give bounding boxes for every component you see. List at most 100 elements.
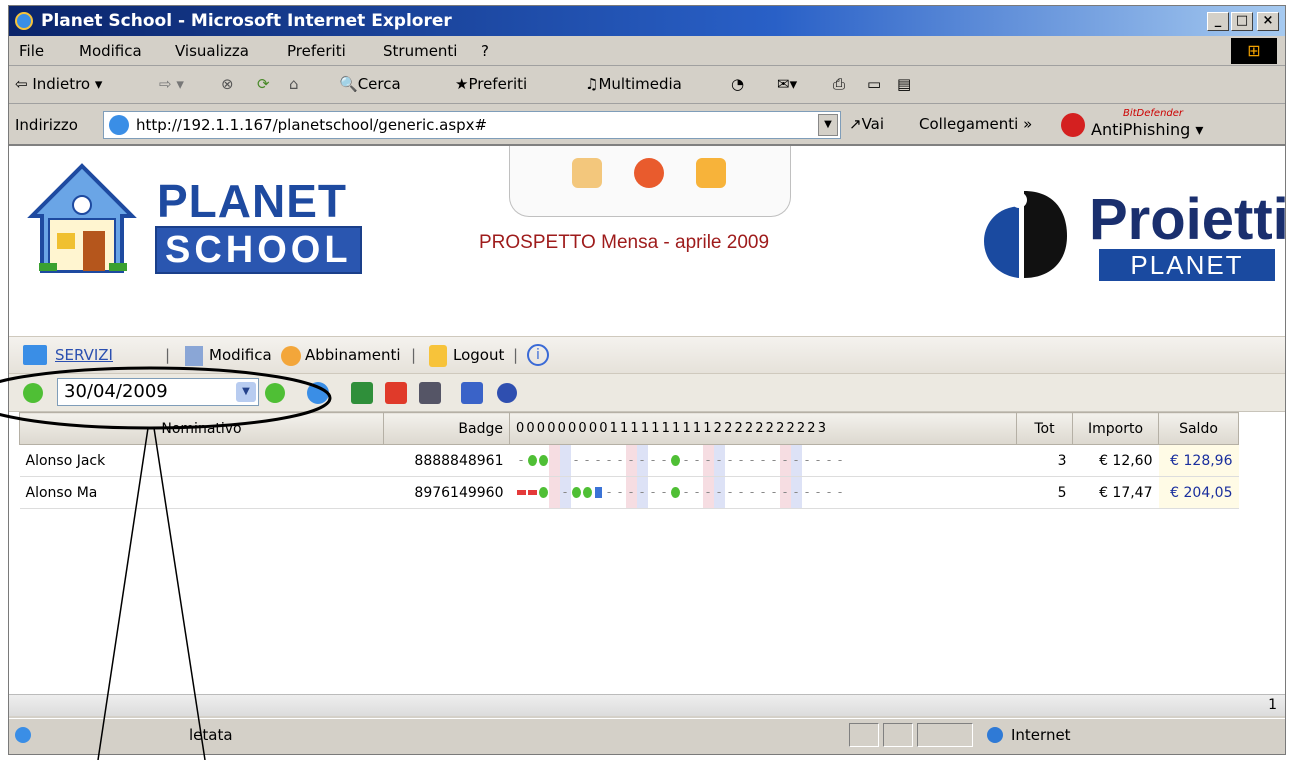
logout-lock-icon bbox=[429, 345, 447, 367]
calendar-globe-icon[interactable] bbox=[634, 158, 664, 188]
status-text: letata bbox=[189, 726, 233, 744]
meal-icon bbox=[571, 487, 581, 498]
banner: PLANET SCHOOL PROSPETTO Mensa - aprile 2… bbox=[9, 146, 1285, 336]
page-title: PROSPETTO Mensa - aprile 2009 bbox=[479, 232, 770, 253]
refresh-icon[interactable]: ⟳ bbox=[257, 75, 270, 93]
maximize-button[interactable]: □ bbox=[1231, 12, 1253, 31]
logout-link[interactable]: Logout bbox=[453, 346, 504, 364]
media-icon: ♫ bbox=[585, 75, 599, 93]
page-number[interactable]: 1 bbox=[1268, 697, 1277, 713]
excel-export-icon[interactable] bbox=[351, 382, 373, 404]
status-panel bbox=[883, 723, 913, 747]
links-button[interactable]: Collegamenti » bbox=[919, 115, 1032, 133]
meal-icon bbox=[670, 455, 680, 466]
discuss-icon[interactable]: ▤ bbox=[897, 75, 911, 93]
proietti-logo-icon bbox=[984, 191, 1067, 278]
title-bar: Planet School - Microsoft Internet Explo… bbox=[9, 6, 1285, 36]
minimize-button[interactable]: _ bbox=[1207, 12, 1229, 31]
search-icon: 🔍 bbox=[339, 75, 358, 93]
antiphishing-button[interactable]: AntiPhishing ▾ bbox=[1091, 120, 1203, 139]
internet-globe-icon bbox=[987, 727, 1003, 743]
services-link[interactable]: SERVIZI bbox=[55, 346, 113, 364]
help-icon[interactable] bbox=[497, 383, 517, 403]
print-icon[interactable]: ⎙ bbox=[833, 75, 845, 93]
table-row[interactable]: Alonso Ma 8976149960 -------------------… bbox=[19, 476, 1239, 509]
meal-icon bbox=[527, 455, 537, 466]
address-label: Indirizzo bbox=[15, 116, 78, 134]
edit-page-icon bbox=[185, 346, 203, 366]
data-table: Nominativo Badge 0 0 0 0 0 0 0 0 0 1 1 1… bbox=[19, 412, 1239, 509]
back-button[interactable]: ⇦ Indietro ▾ bbox=[15, 75, 102, 93]
cell-badge: 8976149960 bbox=[383, 476, 510, 509]
col-badge[interactable]: Badge bbox=[383, 412, 510, 445]
separator: | bbox=[513, 346, 519, 364]
col-tot[interactable]: Tot bbox=[1016, 412, 1073, 445]
prev-date-icon[interactable] bbox=[23, 383, 43, 403]
day-cells: ------------------------- bbox=[516, 445, 1011, 476]
list-icon[interactable] bbox=[461, 382, 483, 404]
windows-logo-icon: ⊞ bbox=[1231, 38, 1277, 64]
antiphishing-brand: BitDefender bbox=[1123, 108, 1184, 119]
zone-text: Internet bbox=[1011, 726, 1071, 744]
go-button[interactable]: ↗Vai bbox=[849, 115, 884, 133]
meal-icon bbox=[538, 487, 548, 498]
cell-importo: € 17,47 bbox=[1072, 476, 1159, 509]
menu-help[interactable]: ? bbox=[481, 42, 489, 60]
status-panel bbox=[849, 723, 879, 747]
menu-visualizza[interactable]: Visualizza bbox=[175, 42, 249, 60]
menu-file[interactable]: File bbox=[19, 42, 44, 60]
cell-name: Alonso Ma bbox=[19, 476, 384, 509]
col-nominativo[interactable]: Nominativo bbox=[19, 412, 384, 445]
modifica-link[interactable]: Modifica bbox=[209, 346, 272, 364]
media-button[interactable]: ♫Multimedia bbox=[585, 75, 682, 93]
next-date-icon[interactable] bbox=[265, 383, 285, 403]
edit-icon[interactable]: ▭ bbox=[867, 75, 881, 93]
refresh-page-icon[interactable] bbox=[307, 382, 329, 404]
date-select[interactable]: 30/04/2009 ▼ bbox=[57, 378, 259, 406]
col-saldo[interactable]: Saldo bbox=[1158, 412, 1239, 445]
cell-importo: € 12,60 bbox=[1072, 444, 1159, 477]
menu-strumenti[interactable]: Strumenti bbox=[383, 42, 457, 60]
cell-badge: 8888848961 bbox=[383, 444, 510, 477]
pdf-export-icon[interactable] bbox=[385, 382, 407, 404]
window-title: Planet School - Microsoft Internet Explo… bbox=[41, 11, 452, 31]
brand-sub-text: PLANET bbox=[1099, 249, 1275, 281]
users-icon[interactable] bbox=[572, 158, 602, 188]
status-bar: letata Internet bbox=[9, 718, 1285, 752]
lock-icon[interactable] bbox=[696, 158, 726, 188]
menu-modifica[interactable]: Modifica bbox=[79, 42, 142, 60]
favorites-button[interactable]: ★Preferiti bbox=[455, 75, 527, 93]
status-page-icon bbox=[15, 727, 31, 743]
stop-icon[interactable]: ⊗ bbox=[221, 75, 234, 93]
address-dropdown-icon[interactable]: ▼ bbox=[818, 114, 838, 136]
menu-preferiti[interactable]: Preferiti bbox=[287, 42, 346, 60]
separator: | bbox=[165, 346, 171, 364]
address-bar: Indirizzo http://192.1.1.167/planetschoo… bbox=[9, 104, 1285, 146]
address-input[interactable]: http://192.1.1.167/planetschool/generic.… bbox=[103, 111, 841, 139]
meal-icon bbox=[582, 487, 592, 498]
absence-icon bbox=[527, 490, 537, 495]
favorites-icon: ★ bbox=[455, 75, 469, 93]
house-logo-icon bbox=[27, 163, 137, 273]
date-toolbar: 30/04/2009 ▼ bbox=[9, 374, 1285, 412]
cell-days: ------------------------- bbox=[509, 444, 1017, 477]
users-add-icon bbox=[281, 346, 301, 366]
forward-button[interactable]: ⇨ ▾ bbox=[159, 75, 184, 93]
packed-lunch-icon bbox=[594, 487, 602, 498]
info-icon[interactable]: i bbox=[527, 344, 549, 366]
home-icon[interactable]: ⌂ bbox=[289, 75, 299, 93]
col-importo[interactable]: Importo bbox=[1072, 412, 1159, 445]
abbinamenti-link[interactable]: Abbinamenti bbox=[305, 346, 401, 364]
history-icon[interactable]: ◔ bbox=[731, 75, 744, 93]
date-dropdown-icon[interactable]: ▼ bbox=[236, 382, 256, 402]
browser-window: Planet School - Microsoft Internet Explo… bbox=[8, 5, 1286, 755]
printer-icon[interactable] bbox=[419, 382, 441, 404]
logo-school-text: SCHOOL bbox=[155, 226, 362, 274]
close-button[interactable]: × bbox=[1257, 12, 1279, 31]
page-content: PLANET SCHOOL PROSPETTO Mensa - aprile 2… bbox=[9, 146, 1285, 716]
status-panel bbox=[917, 723, 973, 747]
table-row[interactable]: Alonso Jack 8888848961 -----------------… bbox=[19, 444, 1239, 477]
mail-icon[interactable]: ✉▾ bbox=[777, 75, 797, 93]
search-button[interactable]: 🔍Cerca bbox=[339, 75, 401, 93]
go-arrow-icon: ↗ bbox=[849, 115, 862, 133]
